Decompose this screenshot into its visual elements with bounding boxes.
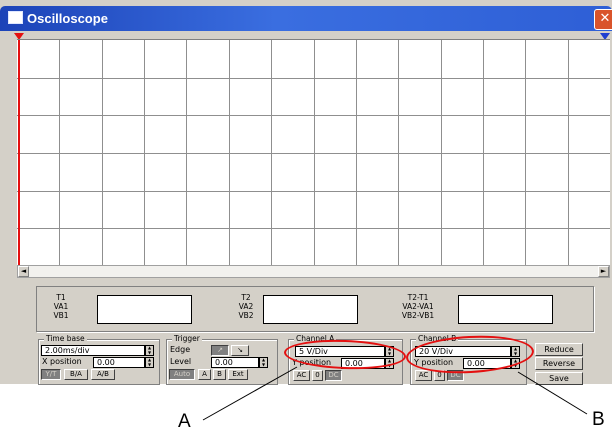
callout-a-line (202, 366, 298, 421)
callout-b-line (517, 371, 588, 415)
callout-b-label: B (592, 409, 605, 430)
callout-a-label: A (178, 411, 191, 432)
callout-lines (202, 366, 588, 421)
